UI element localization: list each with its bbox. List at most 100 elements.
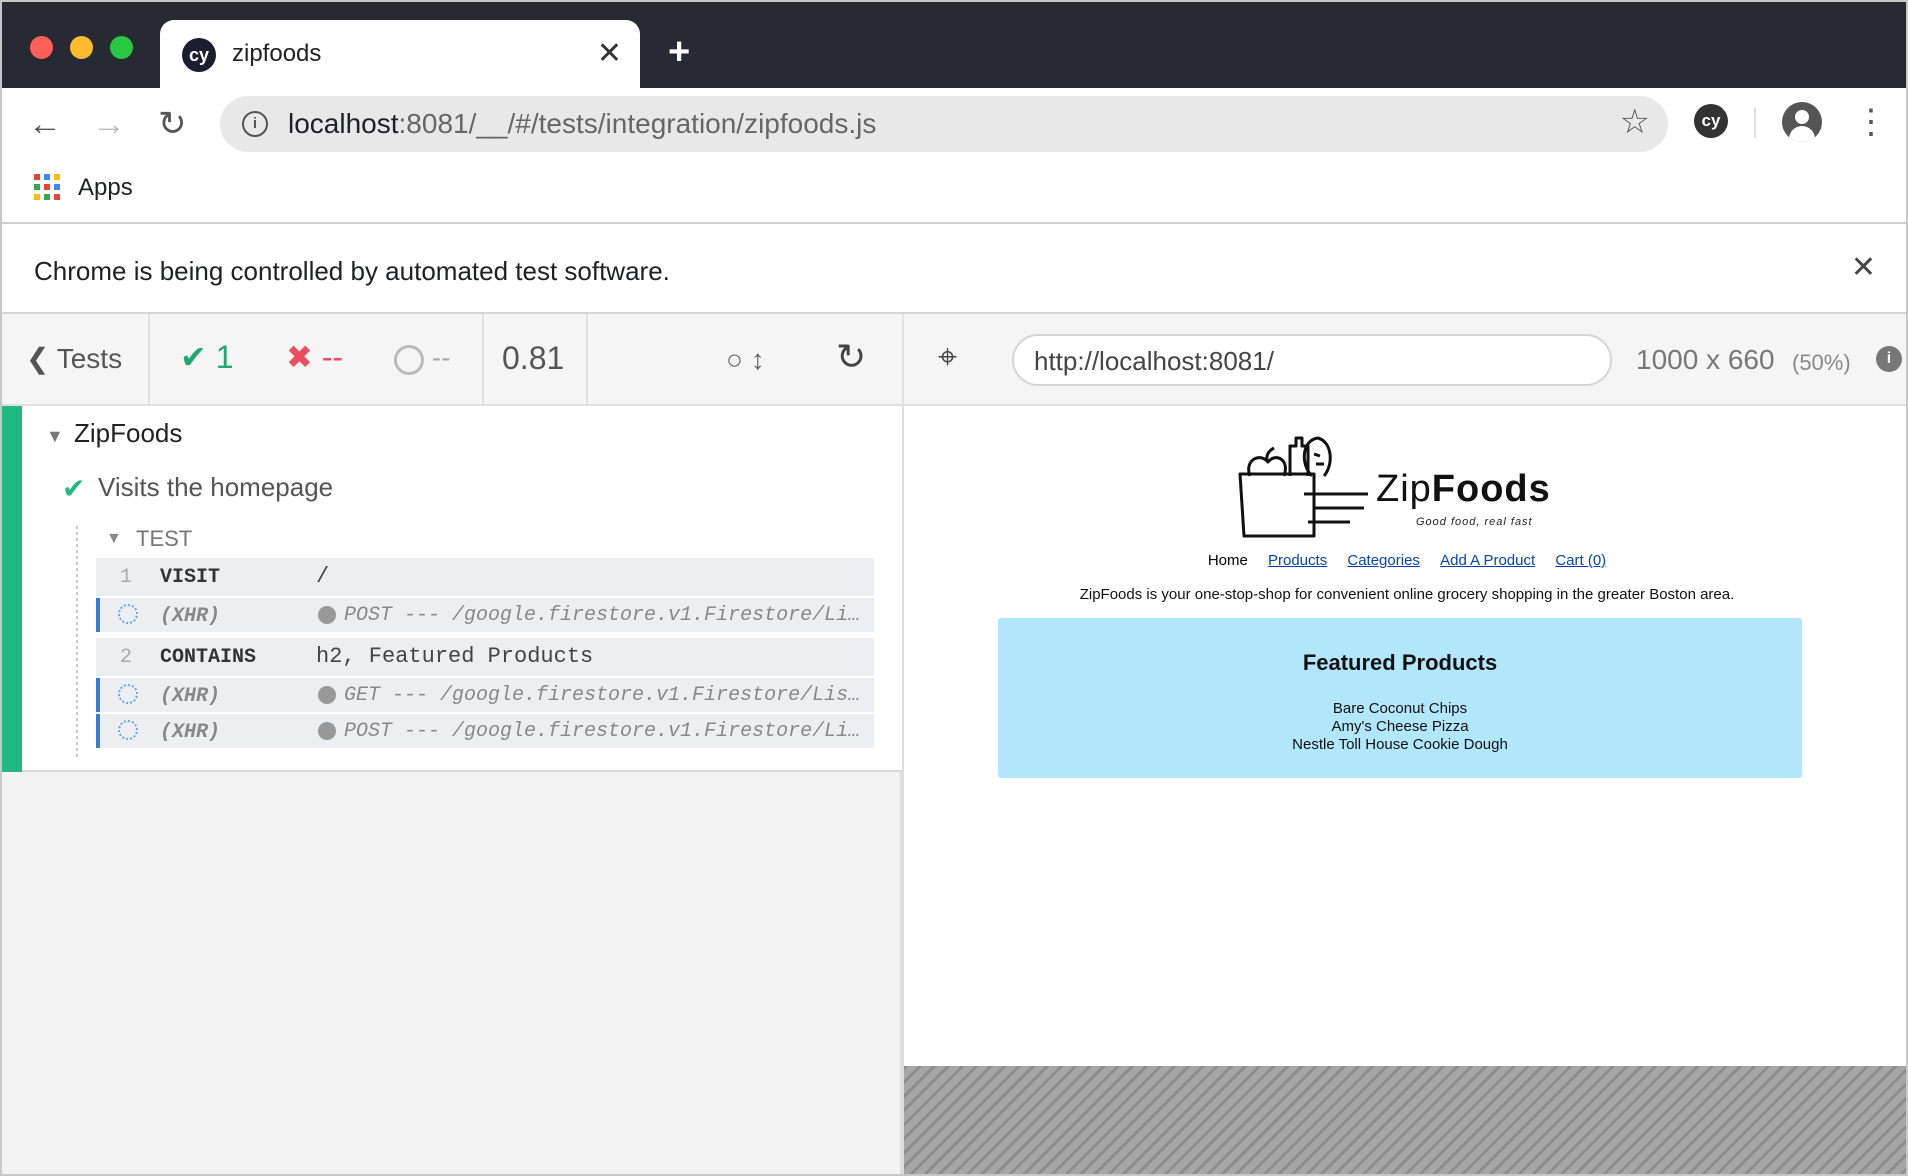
apps-grid-icon[interactable] — [34, 174, 60, 200]
logo-wordmark: ZipFoods — [1376, 468, 1551, 511]
address-path: :8081/__/#/tests/integration/zipfoods.js — [398, 108, 877, 139]
caret-down-icon[interactable]: ▼ — [106, 530, 122, 548]
xhr-row[interactable]: (XHR) POST --- /google.firestore.v1.Fire… — [96, 598, 874, 632]
header-divider — [482, 314, 484, 404]
xhr-message: GET --- /google.firestore.v1.Firestore/L… — [344, 684, 864, 707]
failed-count: -- — [321, 339, 344, 375]
account-icon[interactable] — [1782, 102, 1822, 142]
pending-dot-icon — [318, 722, 336, 740]
aut-url-field[interactable]: http://localhost:8081/ — [1012, 334, 1612, 386]
restart-icon[interactable]: ↻ — [836, 336, 866, 378]
pending-stat: -- — [394, 342, 450, 375]
back-to-tests-button[interactable]: ❮ Tests — [26, 342, 122, 375]
info-icon[interactable]: i — [242, 111, 268, 137]
nav-products[interactable]: Products — [1268, 552, 1327, 569]
header-divider — [586, 314, 588, 404]
apps-bookmark[interactable]: Apps — [78, 174, 133, 202]
xhr-message: POST --- /google.firestore.v1.Firestore/… — [344, 720, 864, 743]
command-message: h2, Featured Products — [316, 644, 594, 669]
header-divider — [148, 314, 150, 404]
browser-tab[interactable]: cy zipfoods ✕ — [160, 20, 640, 88]
aut-background — [902, 1066, 1906, 1174]
site-intro: ZipFoods is your one-stop-shop for conve… — [1079, 586, 1735, 603]
command-name: VISIT — [160, 566, 221, 589]
check-icon: ✔ — [62, 473, 86, 504]
chevron-left-icon: ❮ — [26, 343, 57, 374]
reporter-panel: ▼ ZipFoods ✔ Visits the homepage ▼ TEST … — [2, 406, 902, 1174]
maximize-window-button[interactable] — [110, 36, 133, 59]
featured-item: Amy's Cheese Pizza — [1331, 718, 1469, 735]
viewport-scale: (50%) — [1792, 350, 1851, 375]
command-message: / — [316, 564, 330, 589]
infobar-text: Chrome is being controlled by automated … — [34, 256, 670, 286]
section-label[interactable]: TEST — [136, 526, 192, 552]
command-name: CONTAINS — [160, 646, 257, 669]
zipfoods-logo[interactable]: ZipFoods Good food, real fast — [1230, 424, 1570, 540]
cypress-favicon-icon: cy — [182, 38, 216, 72]
spinner-icon — [394, 344, 424, 375]
nav-home[interactable]: Home — [1208, 552, 1248, 569]
spinner-icon — [118, 684, 138, 704]
crosshair-icon[interactable]: ⌖ — [938, 338, 957, 377]
xhr-label: (XHR) — [160, 685, 221, 708]
suite: ▼ ZipFoods ✔ Visits the homepage ▼ TEST … — [2, 406, 902, 772]
browser-toolbar: ← → ↻ i localhost:8081/__/#/tests/integr… — [2, 88, 1906, 160]
nav-categories[interactable]: Categories — [1347, 552, 1420, 569]
address-text[interactable]: localhost:8081/__/#/tests/integration/zi… — [288, 108, 876, 140]
section-guide — [76, 526, 78, 758]
xhr-row[interactable]: (XHR) GET --- /google.firestore.v1.Fires… — [96, 678, 874, 712]
featured-item: Bare Coconut Chips — [1332, 700, 1468, 717]
pending-dot-icon — [318, 606, 336, 624]
automation-infobar: Chrome is being controlled by automated … — [2, 224, 1906, 314]
failed-stat: ✖ -- — [286, 338, 343, 376]
address-host: localhost — [288, 108, 399, 139]
close-icon[interactable]: ✕ — [597, 34, 622, 74]
back-arrow-icon[interactable]: ← — [28, 102, 62, 146]
close-window-button[interactable] — [30, 36, 53, 59]
kebab-menu-icon[interactable]: ⋮ — [1854, 102, 1888, 142]
aut-viewport: ZipFoods Good food, real fast Home Produ… — [902, 406, 1906, 1066]
caret-down-icon[interactable]: ▼ — [46, 426, 64, 447]
browser-window: cy zipfoods ✕ + ← → ↻ i localhost:8081/_… — [0, 0, 1908, 1176]
suite-title[interactable]: ZipFoods — [74, 418, 182, 449]
check-icon: ✔ — [180, 339, 216, 375]
viewport-size: 1000 x 660 — [1636, 344, 1775, 375]
tab-title: zipfoods — [232, 40, 322, 67]
featured-title: Featured Products — [1302, 650, 1498, 675]
address-bar[interactable]: i localhost:8081/__/#/tests/integration/… — [220, 96, 1668, 152]
logo-tagline: Good food, real fast — [1416, 516, 1533, 528]
featured-products-panel: Featured Products Bare Coconut Chips Amy… — [998, 618, 1802, 778]
cypress-extension-icon[interactable]: cy — [1694, 104, 1728, 138]
spinner-icon — [118, 604, 138, 624]
forward-arrow-icon[interactable]: → — [92, 102, 126, 146]
scroll-icon[interactable]: ○ ↕ — [726, 344, 765, 376]
cross-icon: ✖ — [286, 339, 322, 375]
pending-dot-icon — [318, 686, 336, 704]
spinner-icon — [118, 720, 138, 740]
command-number: 2 — [120, 646, 133, 669]
test-title[interactable]: Visits the homepage — [98, 472, 333, 503]
command-row[interactable]: 2 CONTAINS h2, Featured Products — [96, 638, 874, 676]
new-tab-button[interactable]: + — [668, 32, 690, 72]
xhr-row[interactable]: (XHR) POST --- /google.firestore.v1.Fire… — [96, 714, 874, 748]
info-icon[interactable]: i — [1876, 346, 1902, 372]
featured-list: Bare Coconut Chips Amy's Cheese Pizza Ne… — [998, 700, 1802, 754]
command-row[interactable]: 1 VISIT / — [96, 558, 874, 596]
star-icon[interactable]: ☆ — [1620, 102, 1650, 142]
nav-cart[interactable]: Cart (0) — [1555, 552, 1606, 569]
close-icon[interactable]: ✕ — [1851, 250, 1876, 285]
passed-count: 1 — [215, 339, 234, 375]
bookmarks-bar: Apps — [2, 160, 1906, 224]
command-number: 1 — [120, 566, 133, 589]
tests-label: Tests — [56, 343, 123, 374]
suite-status-bar — [2, 406, 22, 772]
tab-strip: cy zipfoods ✕ + — [2, 2, 1906, 88]
reload-icon[interactable]: ↻ — [158, 102, 187, 146]
xhr-message: POST --- /google.firestore.v1.Firestore/… — [344, 604, 864, 627]
pending-count: -- — [431, 342, 451, 373]
xhr-label: (XHR) — [160, 721, 221, 744]
reporter-header: ❮ Tests ✔ 1 ✖ -- -- 0.81 ○ ↕ ↻ — [2, 314, 902, 406]
logo-zip: Zip — [1376, 468, 1432, 510]
nav-add-product[interactable]: Add A Product — [1440, 552, 1535, 569]
minimize-window-button[interactable] — [70, 36, 93, 59]
